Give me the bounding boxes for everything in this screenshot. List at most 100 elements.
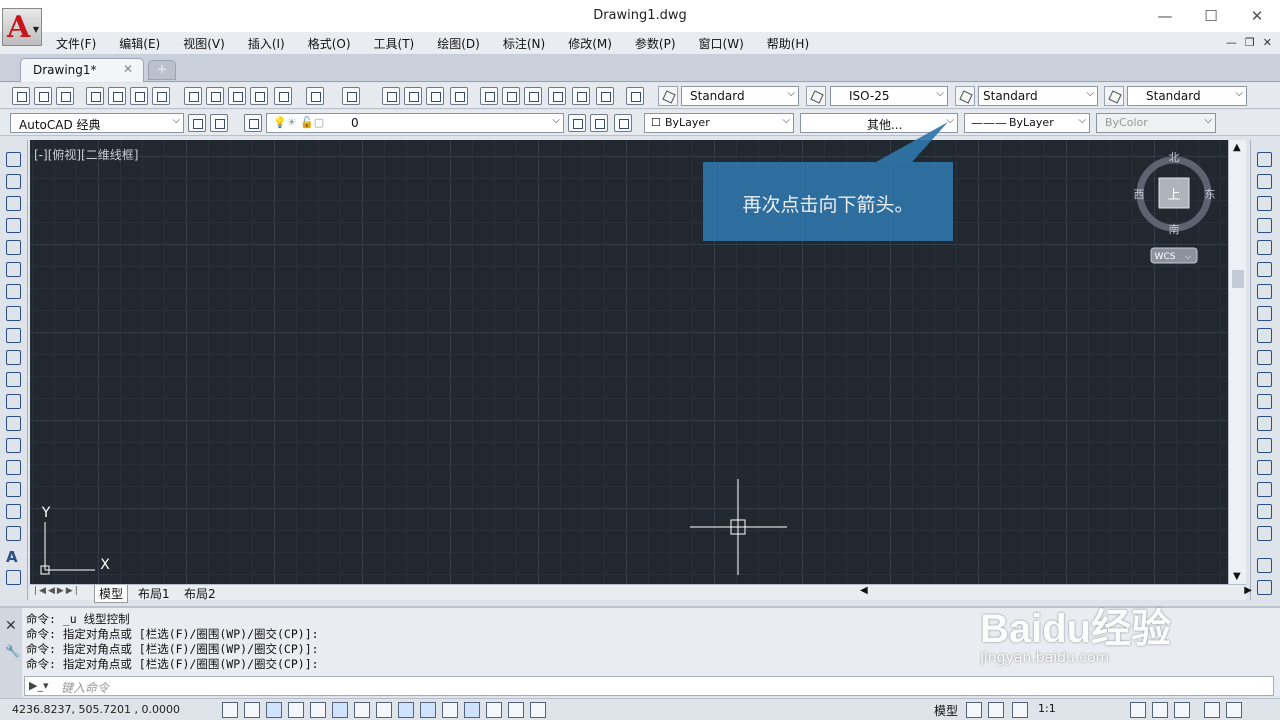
dynamic-input-icon[interactable] bbox=[420, 702, 436, 718]
match-properties-icon[interactable] bbox=[250, 87, 268, 105]
quick-view-layouts-icon[interactable] bbox=[966, 702, 982, 718]
lock-ui-icon[interactable] bbox=[1152, 702, 1168, 718]
maximize-button[interactable]: ☐ bbox=[1188, 0, 1234, 32]
object-snap-tracking-icon[interactable] bbox=[376, 702, 392, 718]
menu-modify[interactable]: 修改(M) bbox=[568, 35, 612, 52]
revision-cloud-icon[interactable] bbox=[6, 306, 21, 321]
multiline-text-icon[interactable]: A bbox=[6, 548, 21, 566]
array-icon[interactable] bbox=[1257, 240, 1272, 255]
design-center-icon[interactable] bbox=[502, 87, 520, 105]
tab-layout2[interactable]: 布局2 bbox=[180, 585, 220, 602]
gradient-icon[interactable] bbox=[6, 482, 21, 497]
scroll-up-icon[interactable]: ▲ bbox=[1233, 142, 1241, 153]
table-style-select[interactable]: Standard ⌵ bbox=[978, 86, 1098, 106]
new-icon[interactable] bbox=[12, 87, 30, 105]
menu-help[interactable]: 帮助(H) bbox=[767, 35, 809, 52]
text-style-icon[interactable] bbox=[658, 86, 678, 106]
isolate-objects-icon[interactable] bbox=[1204, 702, 1220, 718]
model-space-toggle[interactable]: 模型 bbox=[934, 702, 958, 719]
copy-object-icon[interactable] bbox=[1257, 174, 1272, 189]
command-prompt-icon[interactable]: ▶_▾ bbox=[29, 679, 48, 692]
explode-icon[interactable] bbox=[1257, 526, 1272, 541]
3d-osnap-icon[interactable] bbox=[354, 702, 370, 718]
menu-tools[interactable]: 工具(T) bbox=[374, 35, 415, 52]
markup-icon[interactable] bbox=[572, 87, 590, 105]
paste-icon[interactable] bbox=[228, 87, 246, 105]
menu-insert[interactable]: 插入(I) bbox=[248, 35, 285, 52]
arc-icon[interactable] bbox=[6, 262, 21, 277]
drawing-canvas[interactable]: [-][俯视][二维线框] 上 北 南 东 西 WCS ⌵ Y X bbox=[30, 140, 1228, 584]
scale-icon[interactable] bbox=[1257, 306, 1272, 321]
ellipse-arc-icon[interactable] bbox=[6, 372, 21, 387]
text-style-select[interactable]: Standard ⌵ bbox=[681, 86, 799, 106]
line-icon[interactable] bbox=[6, 152, 21, 167]
close-icon[interactable]: ✕ bbox=[5, 618, 17, 634]
menu-file[interactable]: 文件(F) bbox=[56, 35, 96, 52]
coordinate-readout[interactable]: 4236.8237, 505.7201 , 0.0000 bbox=[12, 703, 180, 716]
block-editor-icon[interactable] bbox=[274, 87, 292, 105]
calculator-icon[interactable] bbox=[596, 87, 614, 105]
table-style-icon[interactable] bbox=[955, 86, 975, 106]
insert-block-icon[interactable] bbox=[6, 394, 21, 409]
plot-icon[interactable] bbox=[86, 87, 104, 105]
point-icon[interactable] bbox=[6, 438, 21, 453]
spline-icon[interactable] bbox=[6, 328, 21, 343]
viewcube[interactable]: 上 北 南 东 西 bbox=[1134, 151, 1216, 236]
plot-preview-icon[interactable] bbox=[108, 87, 126, 105]
annotation-visibility-icon[interactable] bbox=[1012, 702, 1028, 718]
quick-view-drawings-icon[interactable] bbox=[988, 702, 1004, 718]
new-tab-button[interactable]: ＋ bbox=[148, 60, 176, 80]
workspace-settings-icon[interactable] bbox=[188, 114, 206, 132]
chamfer-icon[interactable] bbox=[1257, 460, 1272, 475]
wcs-menu-button[interactable]: WCS ⌵ bbox=[1150, 247, 1198, 264]
polyline-icon[interactable] bbox=[6, 196, 21, 211]
polar-tracking-icon[interactable] bbox=[310, 702, 326, 718]
copy-icon[interactable] bbox=[206, 87, 224, 105]
stretch-icon[interactable] bbox=[1257, 328, 1272, 343]
polygon-icon[interactable] bbox=[6, 218, 21, 233]
blend-curves-icon[interactable] bbox=[1257, 504, 1272, 519]
break-at-point-icon[interactable] bbox=[1257, 394, 1272, 409]
menu-window[interactable]: 窗口(W) bbox=[699, 35, 744, 52]
command-window-grip[interactable]: ✕ 🔧 bbox=[0, 608, 22, 698]
vertical-scrollbar[interactable]: ▲ ▼ bbox=[1228, 140, 1246, 584]
annotation-scale[interactable]: 1:1 bbox=[1038, 702, 1056, 715]
menu-view[interactable]: 视图(V) bbox=[183, 35, 225, 52]
infer-constraints-icon[interactable] bbox=[222, 702, 238, 718]
tab-drawing1[interactable]: Drawing1* ✕ bbox=[20, 58, 144, 82]
extend-icon[interactable] bbox=[1257, 372, 1272, 387]
ellipse-icon[interactable] bbox=[6, 350, 21, 365]
scroll-right-icon[interactable]: ▶ bbox=[1244, 585, 1252, 596]
workspace-switching-icon[interactable] bbox=[1130, 702, 1146, 718]
zoom-realtime-icon[interactable] bbox=[404, 87, 422, 105]
break-icon[interactable] bbox=[1257, 416, 1272, 431]
plotstyle-select[interactable]: ByColor ⌵ bbox=[1096, 113, 1216, 133]
layer-state-icon[interactable] bbox=[614, 114, 632, 132]
wrench-icon[interactable]: 🔧 bbox=[5, 644, 20, 658]
rotate-icon[interactable] bbox=[1257, 284, 1272, 299]
snap-mode-icon[interactable] bbox=[244, 702, 260, 718]
draw-order-icon[interactable] bbox=[1257, 558, 1272, 573]
fillet-icon[interactable] bbox=[1257, 482, 1272, 497]
trim-icon[interactable] bbox=[1257, 350, 1272, 365]
command-input[interactable]: ▶_▾ 键入命令 bbox=[24, 676, 1274, 696]
pan-icon[interactable] bbox=[382, 87, 400, 105]
construction-line-icon[interactable] bbox=[6, 174, 21, 189]
layer-properties-icon[interactable] bbox=[244, 114, 262, 132]
dim-style-icon[interactable] bbox=[806, 86, 826, 106]
move-icon[interactable] bbox=[1257, 262, 1272, 277]
hatch-icon[interactable] bbox=[6, 460, 21, 475]
open-icon[interactable] bbox=[34, 87, 52, 105]
circle-icon[interactable] bbox=[6, 284, 21, 299]
menu-parametric[interactable]: 参数(P) bbox=[635, 35, 676, 52]
menu-draw[interactable]: 绘图(D) bbox=[437, 35, 480, 52]
doc-restore-button[interactable]: ❐ bbox=[1245, 36, 1255, 49]
cut-icon[interactable] bbox=[184, 87, 202, 105]
doc-close-button[interactable]: ✕ bbox=[1263, 36, 1272, 49]
menu-dimension[interactable]: 标注(N) bbox=[503, 35, 545, 52]
sheet-set-icon[interactable] bbox=[548, 87, 566, 105]
dim-style-select[interactable]: ISO-25 ⌵ bbox=[830, 86, 948, 106]
3d-print-icon[interactable] bbox=[152, 87, 170, 105]
offset-icon[interactable] bbox=[1257, 218, 1272, 233]
scroll-thumb[interactable] bbox=[1232, 270, 1244, 288]
